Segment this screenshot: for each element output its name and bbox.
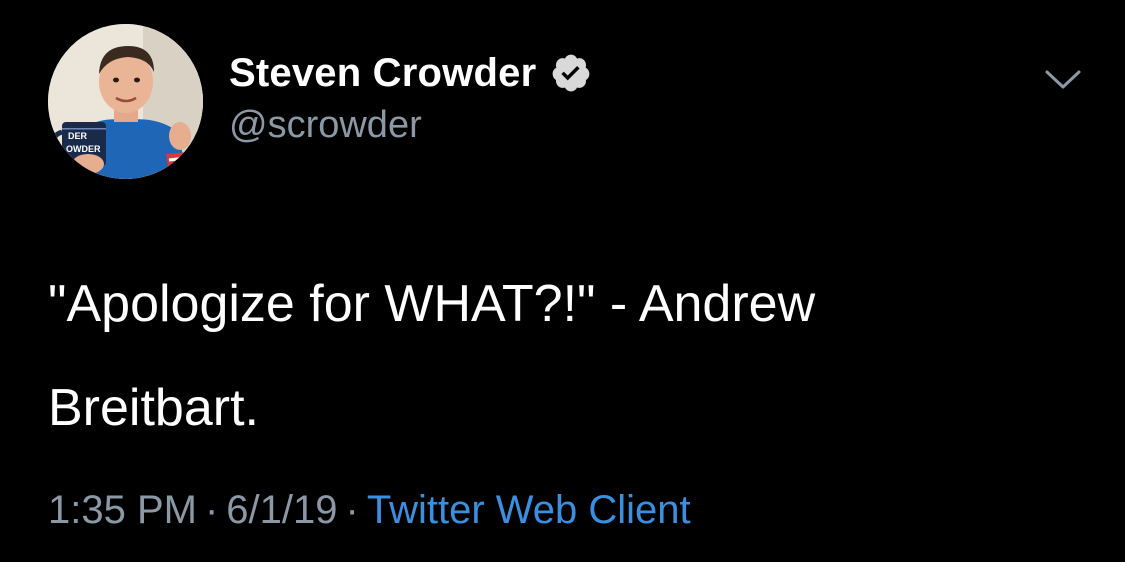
verified-badge-icon — [552, 54, 590, 92]
tweet-card: DER OWDER Steven Crowder @scrowder "Apol… — [0, 0, 1125, 562]
display-name[interactable]: Steven Crowder — [229, 51, 536, 96]
author-handle[interactable]: @scrowder — [229, 104, 422, 147]
tweet-meta: 1:35 PM · 6/1/19 · Twitter Web Client — [48, 488, 691, 533]
avatar-image: DER OWDER — [48, 24, 203, 179]
author-name-row: Steven Crowder — [229, 46, 592, 100]
tweet-time[interactable]: 1:35 PM — [48, 488, 197, 532]
tweet-date[interactable]: 6/1/19 — [226, 488, 337, 532]
chevron-down-icon[interactable] — [1044, 68, 1082, 92]
tweet-source-link[interactable]: Twitter Web Client — [367, 488, 691, 532]
meta-separator: · — [204, 488, 219, 532]
mug-text-2: OWDER — [66, 144, 101, 154]
meta-separator: · — [345, 488, 359, 532]
tweet-text-line-2: Breitbart. — [48, 379, 259, 437]
mug-text-1: DER — [68, 131, 88, 141]
tweet-text-line-1: "Apologize for WHAT?!" - Andrew — [48, 275, 816, 333]
tweet-text: "Apologize for WHAT?!" - Andrew Breitbar… — [48, 252, 1028, 460]
avatar[interactable]: DER OWDER — [48, 24, 203, 179]
